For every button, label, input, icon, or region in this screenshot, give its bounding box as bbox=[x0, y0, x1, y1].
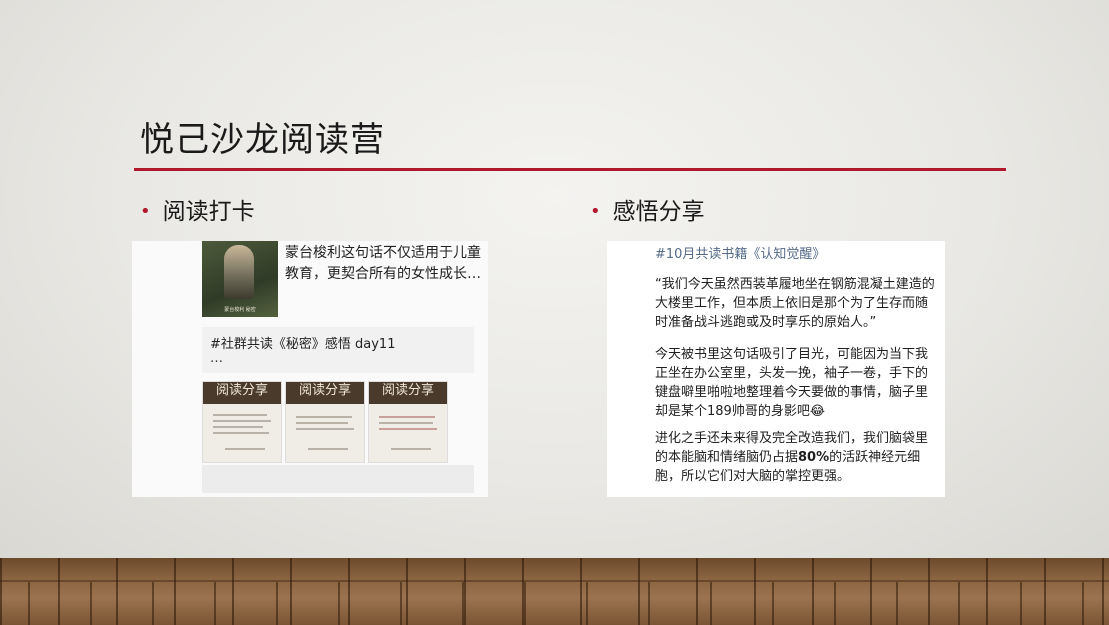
cover-figure bbox=[224, 245, 254, 299]
text-line bbox=[391, 448, 431, 450]
text-line bbox=[296, 416, 352, 418]
share-thumbnail: 阅读分享 bbox=[285, 381, 365, 463]
slide-title: 悦己沙龙阅读营 bbox=[140, 120, 385, 160]
floor-planks bbox=[0, 582, 1109, 625]
bullet-label: 阅读打卡 bbox=[162, 199, 255, 225]
book-cover-image: 蒙台梭利 秘密 bbox=[202, 241, 278, 317]
share-thumbnail: 阅读分享 bbox=[202, 381, 282, 463]
conclusion-percent: 80% bbox=[798, 450, 830, 465]
post-footer-area bbox=[202, 465, 474, 493]
text-line bbox=[213, 414, 267, 416]
title-underline bbox=[134, 168, 1006, 171]
reading-checkin-screenshot: 蒙台梭利 秘密 蒙台梭利这句话不仅适用于儿童教育，更契合所有的女性成长… #社群… bbox=[132, 241, 488, 497]
text-line bbox=[379, 416, 435, 418]
post-text: 蒙台梭利这句话不仅适用于儿童教育，更契合所有的女性成长… bbox=[285, 245, 481, 282]
text-line bbox=[213, 420, 271, 422]
slide-background: 悦己沙龙阅读营 • 阅读打卡 • 感悟分享 蒙台梭利 秘密 蒙台梭利这句话不仅适用于… bbox=[0, 0, 1109, 560]
text-line bbox=[296, 422, 348, 424]
bullet-dot-icon: • bbox=[140, 201, 151, 222]
linked-post-card: #社群共读《秘密》感悟 day11 … bbox=[202, 327, 474, 373]
text-line bbox=[225, 448, 265, 450]
reflection-paragraph: 今天被书里这句话吸引了目光，可能因为当下我正坐在办公室里，头发一挽，袖子一卷，手… bbox=[655, 347, 929, 419]
quote-paragraph: “我们今天虽然西装革履地坐在钢筋混凝土建造的大楼里工作，但本质上依旧是那个为了生… bbox=[655, 277, 935, 330]
bullet-reading-checkin: • 阅读打卡 bbox=[140, 192, 255, 226]
bullet-dot-icon: • bbox=[590, 201, 601, 222]
insight-sharing-screenshot: #10月共读书籍《认知觉醒》 “我们今天虽然西装革履地坐在钢筋混凝土建造的大楼里… bbox=[607, 241, 945, 497]
card-ellipsis: … bbox=[210, 351, 223, 366]
text-line bbox=[379, 428, 437, 430]
text-line bbox=[379, 422, 433, 424]
text-line bbox=[308, 448, 348, 450]
thumbnail-title: 阅读分享 bbox=[298, 383, 351, 398]
thumbnail-title: 阅读分享 bbox=[381, 383, 434, 398]
book-topic-heading: #10月共读书籍《认知觉醒》 bbox=[655, 247, 826, 262]
share-thumbnail: 阅读分享 bbox=[368, 381, 448, 463]
wooden-floor bbox=[0, 558, 1109, 625]
conclusion-paragraph: 进化之手还未来得及完全改造我们，我们脑袋里的本能脑和情绪脑仍占据80%的活跃神经… bbox=[655, 429, 939, 486]
bullet-insight-sharing: • 感悟分享 bbox=[590, 192, 705, 226]
text-line bbox=[296, 428, 354, 430]
thumbnail-title: 阅读分享 bbox=[215, 383, 268, 398]
text-line bbox=[213, 426, 263, 428]
bullet-label: 感悟分享 bbox=[612, 199, 705, 225]
card-heading: #社群共读《秘密》感悟 day11 bbox=[210, 337, 396, 352]
cover-caption: 蒙台梭利 秘密 bbox=[224, 307, 256, 313]
text-line bbox=[213, 432, 269, 434]
